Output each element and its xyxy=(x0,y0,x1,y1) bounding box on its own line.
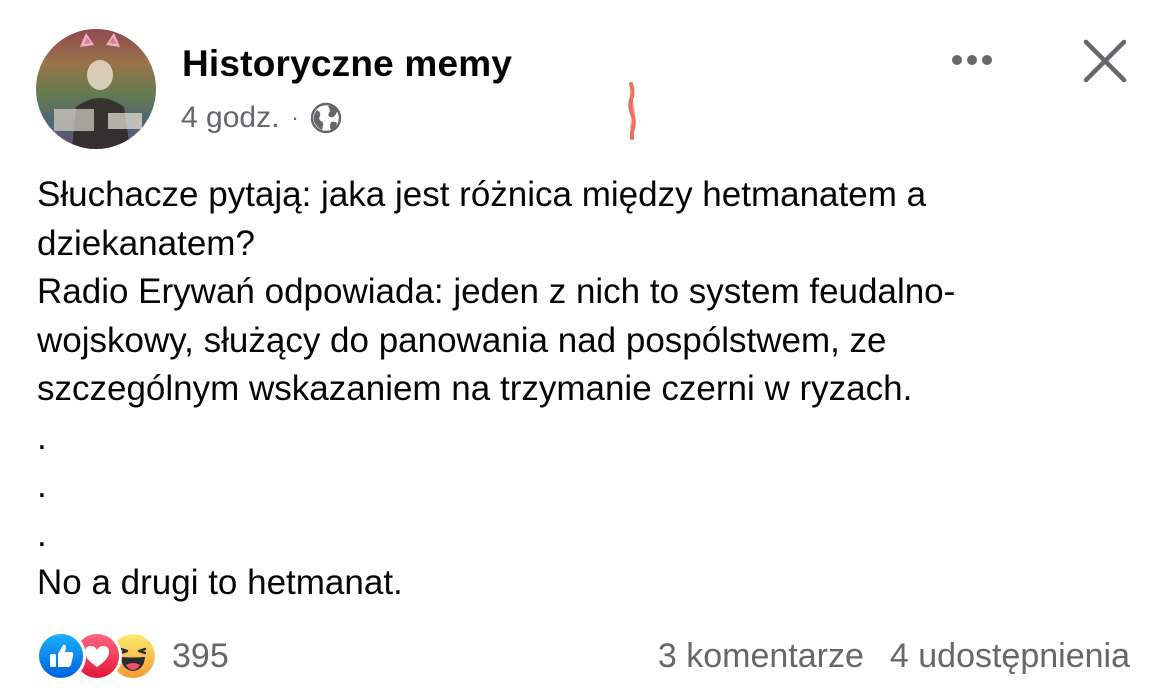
post-text-line: . xyxy=(37,514,47,554)
post-text-line: . xyxy=(37,466,47,505)
more-options-button[interactable] xyxy=(940,36,1004,84)
post-text-line: dziekanatem? xyxy=(37,223,255,263)
page-avatar[interactable] xyxy=(36,29,156,149)
post-text-line: Radio Erywań odpowiada: jeden z nich to … xyxy=(37,272,956,311)
like-icon xyxy=(36,631,86,681)
globe-icon xyxy=(309,101,343,135)
reaction-count: 395 xyxy=(172,636,229,675)
post-text-line: wojskowy, służący do panowania nad pospó… xyxy=(37,320,887,360)
shares-count-link[interactable]: 4 udostępnienia xyxy=(890,637,1130,676)
post-card: Historyczne memy 4 godz. · Słuchacze pyt… xyxy=(0,0,1170,694)
post-text-line: szczególnym wskazaniem na trzymanie czer… xyxy=(37,369,913,408)
reactions-summary[interactable]: 395 xyxy=(36,628,229,684)
meta-separator: · xyxy=(291,105,299,130)
post-text-line: No a drugi to hetmanat. xyxy=(37,563,403,602)
red-scribble-mark xyxy=(628,82,636,140)
post-text-line: . xyxy=(37,417,47,457)
page-name[interactable]: Historyczne memy xyxy=(182,43,512,85)
comments-count-link[interactable]: 3 komentarze xyxy=(658,637,864,676)
post-timestamp[interactable]: 4 godz. xyxy=(181,101,279,135)
close-button[interactable] xyxy=(1074,30,1136,92)
post-footer: 395 3 komentarze 4 udostępnienia xyxy=(36,628,1136,684)
post-stats: 3 komentarze 4 udostępnienia xyxy=(658,628,1130,684)
post-meta: 4 godz. · xyxy=(181,98,343,138)
post-text: Słuchacze pytają: jaka jest różnica międ… xyxy=(37,171,1137,608)
more-dots-icon xyxy=(952,55,992,65)
post-text-line: Słuchacze pytają: jaka jest różnica międ… xyxy=(37,175,927,214)
close-icon xyxy=(1083,39,1127,83)
avatar-image xyxy=(36,29,156,149)
